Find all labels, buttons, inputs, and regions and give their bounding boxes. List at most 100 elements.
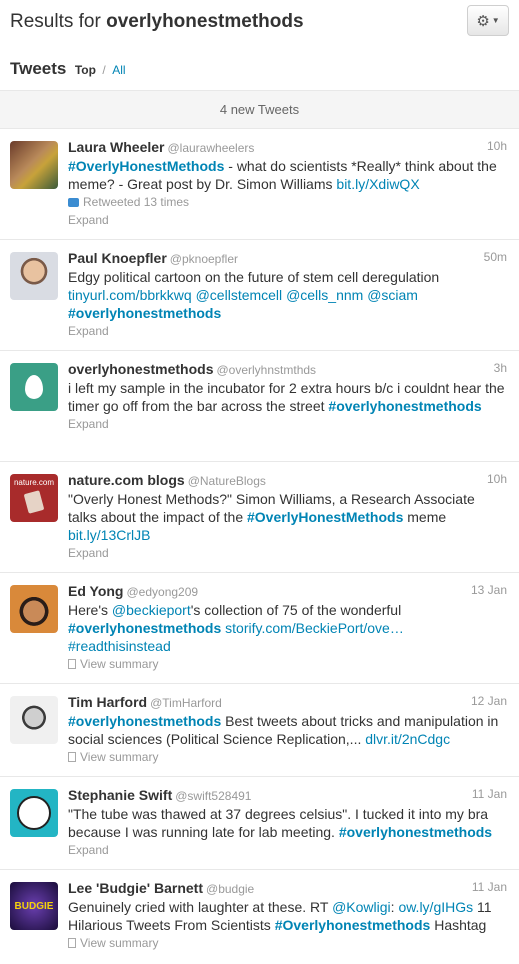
avatar[interactable] bbox=[10, 789, 58, 837]
expand-link[interactable]: Expand bbox=[68, 544, 507, 562]
tweet-time[interactable]: 10h bbox=[487, 472, 507, 486]
author-handle[interactable]: @laurawheelers bbox=[167, 141, 254, 155]
tweet-text: i left my sample in the incubator for 2 … bbox=[68, 379, 507, 415]
tweet-text: #overlyhonestmethods Best tweets about t… bbox=[68, 712, 507, 748]
tweet-item[interactable]: Tim Harford @TimHarford 12 Jan #overlyhone… bbox=[0, 684, 519, 777]
avatar[interactable] bbox=[10, 696, 58, 744]
tweet-item[interactable]: Stephanie Swift @swift528491 11 Jan "The t… bbox=[0, 777, 519, 870]
tweet-text: Edgy political cartoon on the future of … bbox=[68, 268, 507, 322]
hashtag-link[interactable]: #overlyhonestmethods bbox=[68, 620, 221, 636]
author-handle[interactable]: @swift528491 bbox=[175, 789, 251, 803]
view-summary-label: View summary bbox=[80, 936, 159, 950]
hashtag-link[interactable]: #overlyhonestmethods bbox=[328, 398, 481, 414]
tweet-text-segment: Hashtag bbox=[430, 917, 487, 933]
author-handle[interactable]: @overlyhnstmthds bbox=[216, 363, 316, 377]
author-handle[interactable]: @NatureBlogs bbox=[188, 474, 266, 488]
tweet-item[interactable]: Paul Knoepfler @pknoepfler 50m Edgy politi… bbox=[0, 240, 519, 351]
filter-all[interactable]: All bbox=[112, 63, 125, 77]
hashtag-link[interactable]: #OverlyHonestMethods bbox=[68, 158, 224, 174]
avatar[interactable]: BUDGIE bbox=[10, 882, 58, 930]
page-title: Results for overlyhonestmethods bbox=[10, 11, 304, 33]
retweet-label: Retweeted 13 times bbox=[83, 195, 190, 209]
expand-link[interactable]: Expand bbox=[68, 841, 507, 859]
tweets-subheader: Tweets Top / All bbox=[10, 59, 126, 79]
author-name[interactable]: Lee 'Budgie' Barnett bbox=[68, 880, 203, 896]
avatar[interactable] bbox=[10, 363, 58, 411]
avatar[interactable] bbox=[10, 252, 58, 300]
author-handle[interactable]: @edyong209 bbox=[126, 585, 198, 599]
filter-top[interactable]: Top bbox=[75, 63, 96, 77]
url-link[interactable]: tinyurl.com/bbrkkwq bbox=[68, 287, 192, 303]
view-summary-label: View summary bbox=[80, 750, 159, 764]
tweet-text: Here's @beckieport's collection of 75 of… bbox=[68, 601, 507, 655]
tweet-time[interactable]: 3h bbox=[494, 361, 507, 375]
view-summary-link[interactable]: View summary bbox=[68, 655, 507, 673]
hashtag-link[interactable]: #overlyhonestmethods bbox=[339, 824, 492, 840]
mention-link[interactable]: @Kowligi bbox=[332, 899, 391, 915]
hashtag-link[interactable]: #readthisinstead bbox=[68, 638, 171, 654]
tweet-text: #OverlyHonestMethods - what do scientist… bbox=[68, 157, 507, 193]
author-name[interactable]: Laura Wheeler bbox=[68, 139, 164, 155]
tweet-item[interactable]: nature.com nature.com blogs @NatureBlogs 1… bbox=[0, 462, 519, 573]
tweet-item[interactable]: Laura Wheeler @laurawheelers 10h #OverlyHo… bbox=[0, 129, 519, 240]
avatar[interactable] bbox=[10, 585, 58, 633]
tag-icon bbox=[23, 490, 45, 514]
mention-link[interactable]: @cellstemcell bbox=[196, 287, 283, 303]
author-handle[interactable]: @TimHarford bbox=[150, 696, 222, 710]
cartoon-face-icon bbox=[17, 796, 51, 830]
author-name[interactable]: Paul Knoepfler bbox=[68, 250, 167, 266]
tweet-time[interactable]: 13 Jan bbox=[471, 583, 507, 597]
results-prefix: Results for bbox=[10, 11, 101, 32]
url-link[interactable]: dlvr.it/2nCdgc bbox=[365, 731, 450, 747]
author-handle[interactable]: @budgie bbox=[206, 882, 254, 896]
tweet-time[interactable]: 10h bbox=[487, 139, 507, 153]
avatar[interactable] bbox=[10, 141, 58, 189]
tweet-item[interactable]: overlyhonestmethods @overlyhnstmthds 3h i … bbox=[0, 351, 519, 462]
tweet-time[interactable]: 12 Jan bbox=[471, 694, 507, 708]
url-link[interactable]: bit.ly/13CrlJB bbox=[68, 527, 150, 543]
expand-link[interactable]: Expand bbox=[68, 322, 507, 340]
tweet-item[interactable]: BUDGIE Lee 'Budgie' Barnett @budgie 11 Jan… bbox=[0, 870, 519, 964]
tweet-item[interactable]: Ed Yong @edyong209 13 Jan Here's @beckiepo… bbox=[0, 573, 519, 684]
mention-link[interactable]: @beckieport bbox=[112, 602, 191, 618]
view-summary-link[interactable]: View summary bbox=[68, 748, 507, 766]
author-handle[interactable]: @pknoepfler bbox=[170, 252, 238, 266]
new-tweets-bar[interactable]: 4 new Tweets bbox=[0, 91, 519, 129]
settings-menu-button[interactable]: ⚙ ▼ bbox=[467, 5, 509, 36]
hashtag-link[interactable]: #Overlyhonestmethods bbox=[275, 917, 431, 933]
expand-link[interactable]: Expand bbox=[68, 415, 507, 433]
tweet-text-segment: meme bbox=[403, 509, 447, 525]
filter-separator: / bbox=[102, 63, 106, 77]
egg-icon bbox=[25, 375, 43, 399]
mention-link[interactable]: @cells_nnm bbox=[286, 287, 363, 303]
document-icon bbox=[68, 938, 76, 948]
document-icon bbox=[68, 752, 76, 762]
hashtag-link[interactable]: #overlyhonestmethods bbox=[68, 305, 221, 321]
tweet-text-segment: 's collection of 75 of the wonderful bbox=[190, 602, 402, 618]
avatar[interactable]: nature.com bbox=[10, 474, 58, 522]
avatar-logo-text: nature.com bbox=[13, 478, 55, 487]
mention-link[interactable]: @sciam bbox=[367, 287, 418, 303]
author-name[interactable]: nature.com blogs bbox=[68, 472, 185, 488]
tweet-time[interactable]: 11 Jan bbox=[472, 880, 507, 894]
view-summary-label: View summary bbox=[80, 657, 159, 671]
url-link[interactable]: storify.com/BeckiePort/ove… bbox=[225, 620, 404, 636]
tweet-time[interactable]: 50m bbox=[484, 250, 507, 264]
avatar-logo-text: BUDGIE bbox=[14, 900, 54, 912]
author-name[interactable]: overlyhonestmethods bbox=[68, 361, 213, 377]
author-name[interactable]: Tim Harford bbox=[68, 694, 147, 710]
tweet-text: "The tube was thawed at 37 degrees celsi… bbox=[68, 805, 507, 841]
retweet-icon bbox=[68, 198, 79, 207]
author-name[interactable]: Stephanie Swift bbox=[68, 787, 172, 803]
expand-link[interactable]: Expand bbox=[68, 211, 507, 229]
author-name[interactable]: Ed Yong bbox=[68, 583, 123, 599]
hashtag-link[interactable]: #OverlyHonestMethods bbox=[247, 509, 403, 525]
search-query: overlyhonestmethods bbox=[106, 11, 304, 32]
tweet-text-segment: Here's bbox=[68, 602, 112, 618]
view-summary-link[interactable]: View summary bbox=[68, 934, 507, 952]
url-link[interactable]: ow.ly/gIHGs bbox=[398, 899, 473, 915]
tweet-time[interactable]: 11 Jan bbox=[472, 787, 507, 801]
hashtag-link[interactable]: #overlyhonestmethods bbox=[68, 713, 221, 729]
url-link[interactable]: bit.ly/XdiwQX bbox=[336, 176, 419, 192]
tweet-list: Laura Wheeler @laurawheelers 10h #OverlyHo… bbox=[0, 129, 519, 964]
